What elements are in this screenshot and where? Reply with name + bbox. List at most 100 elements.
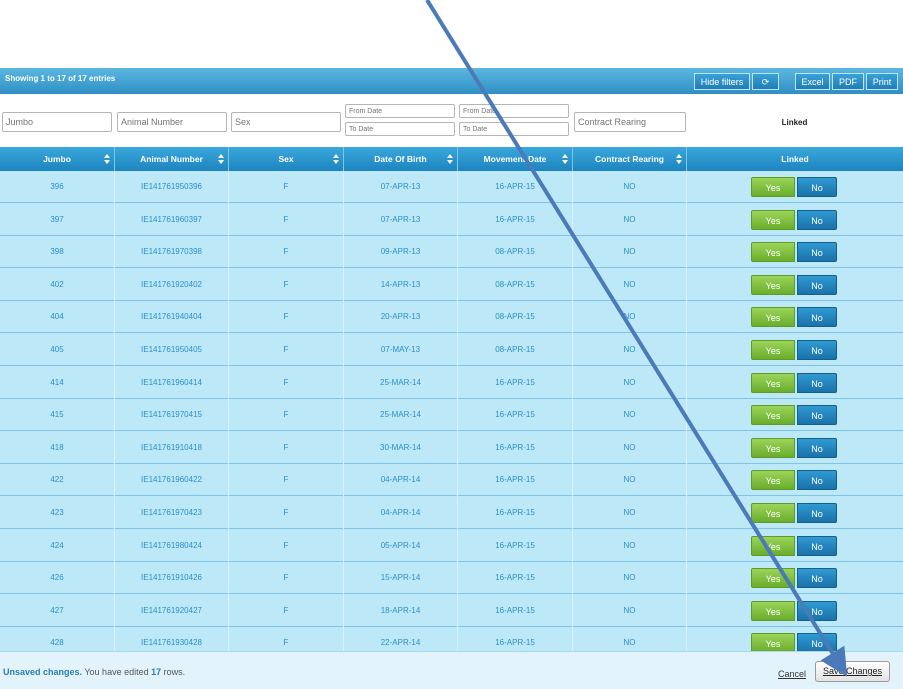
print-button[interactable]: Print xyxy=(866,73,898,90)
linked-yes-button[interactable]: Yes xyxy=(751,242,795,263)
linked-yes-button[interactable]: Yes xyxy=(751,437,795,458)
contract-rearing-cell: NO xyxy=(573,464,687,497)
linked-yes-button[interactable]: Yes xyxy=(751,372,795,393)
animal-number-cell: IE141761920402 xyxy=(115,268,229,301)
jumbo-cell: 396 xyxy=(0,171,115,203)
column-header-date-of-birth[interactable]: Date Of Birth xyxy=(344,147,458,171)
linked-yes-button[interactable]: Yes xyxy=(751,535,795,556)
contract-rearing-cell: NO xyxy=(573,171,687,203)
animal-number-cell: IE141761910426 xyxy=(115,562,229,595)
jumbo-cell: 418 xyxy=(0,431,115,464)
contract-rearing-cell: NO xyxy=(573,562,687,595)
linked-yes-button[interactable]: Yes xyxy=(751,177,795,197)
column-header-sex[interactable]: Sex xyxy=(229,147,344,171)
sex-cell: F xyxy=(229,497,344,529)
sex-filter-input[interactable] xyxy=(231,112,341,132)
animal-number-cell: IE141761960397 xyxy=(115,203,229,236)
dob-to-date-input[interactable] xyxy=(345,122,455,136)
linked-no-button[interactable]: No xyxy=(797,470,837,491)
linked-no-button[interactable]: No xyxy=(797,600,837,621)
contract-rearing-filter-input[interactable] xyxy=(574,112,686,132)
jumbo-cell: 398 xyxy=(0,236,115,269)
table-toolbar: Showing 1 to 17 of 17 entries Hide filte… xyxy=(0,68,903,95)
linked-no-button[interactable]: No xyxy=(797,209,837,230)
movement-to-date-input[interactable] xyxy=(459,122,569,136)
linked-no-button[interactable]: No xyxy=(797,274,837,295)
linked-no-button[interactable]: No xyxy=(797,242,837,263)
jumbo-cell: 415 xyxy=(0,399,115,432)
table-header: Jumbo Animal Number Sex Date Of Birth Mo… xyxy=(0,147,903,171)
linked-no-button[interactable]: No xyxy=(797,633,837,651)
date-of-birth-cell: 07-APR-13 xyxy=(344,171,458,203)
column-header-contract-rearing[interactable]: Contract Rearing xyxy=(573,147,687,171)
linked-yes-button[interactable]: Yes xyxy=(751,209,795,230)
date-of-birth-cell: 07-APR-13 xyxy=(344,203,458,236)
animal-number-cell: IE141761960414 xyxy=(115,366,229,399)
filter-row: Linked xyxy=(0,94,903,147)
column-header-jumbo[interactable]: Jumbo xyxy=(0,147,115,171)
linked-no-button[interactable]: No xyxy=(797,535,837,556)
jumbo-cell: 424 xyxy=(0,529,115,562)
edited-suffix: rows. xyxy=(161,667,186,677)
column-label: Contract Rearing xyxy=(595,154,664,164)
table-row: 397 IE141761960397 F 07-APR-13 16-APR-15 NO Ye… xyxy=(0,203,903,236)
movement-date-cell: 16-APR-15 xyxy=(458,529,573,562)
excel-button[interactable]: Excel xyxy=(795,73,830,90)
column-header-movement-date[interactable]: Movement Date xyxy=(458,147,573,171)
linked-yes-button[interactable]: Yes xyxy=(751,503,795,523)
linked-no-button[interactable]: No xyxy=(797,405,837,426)
linked-filter-label: Linked xyxy=(781,118,808,127)
linked-no-button[interactable]: No xyxy=(797,503,837,523)
linked-no-button[interactable]: No xyxy=(797,340,837,360)
animal-number-filter-input[interactable] xyxy=(117,112,227,132)
linked-no-button[interactable]: No xyxy=(797,372,837,393)
table-row: 427 IE141761920427 F 18-APR-14 16-APR-15 NO Ye… xyxy=(0,594,903,627)
linked-yes-button[interactable]: Yes xyxy=(751,633,795,651)
dob-from-date-input[interactable] xyxy=(345,104,455,118)
linked-yes-button[interactable]: Yes xyxy=(751,405,795,426)
movement-date-cell: 16-APR-15 xyxy=(458,594,573,627)
refresh-icon[interactable]: ⟳ xyxy=(752,73,779,90)
pdf-button[interactable]: PDF xyxy=(832,73,864,90)
contract-rearing-cell: NO xyxy=(573,529,687,562)
linked-no-button[interactable]: No xyxy=(797,568,837,589)
linked-yes-button[interactable]: Yes xyxy=(751,600,795,621)
table-row: 422 IE141761960422 F 04-APR-14 16-APR-15 NO Ye… xyxy=(0,464,903,497)
sex-cell: F xyxy=(229,562,344,595)
sex-cell: F xyxy=(229,236,344,269)
table-row: 398 IE141761970398 F 09-APR-13 08-APR-15 NO Ye… xyxy=(0,236,903,269)
linked-no-button[interactable]: No xyxy=(797,307,837,328)
jumbo-cell: 423 xyxy=(0,497,115,529)
column-label: Animal Number xyxy=(140,154,203,164)
contract-rearing-cell: NO xyxy=(573,594,687,627)
linked-yes-button[interactable]: Yes xyxy=(751,568,795,589)
linked-yes-button[interactable]: Yes xyxy=(751,470,795,491)
animal-number-cell: IE141761940404 xyxy=(115,301,229,334)
animal-number-cell: IE141761950405 xyxy=(115,334,229,366)
table-row: 423 IE141761970423 F 04-APR-14 16-APR-15 NO Ye… xyxy=(0,497,903,529)
sex-cell: F xyxy=(229,301,344,334)
linked-yes-button[interactable]: Yes xyxy=(751,274,795,295)
cancel-link[interactable]: Cancel xyxy=(778,669,806,679)
linked-no-button[interactable]: No xyxy=(797,177,837,197)
linked-no-button[interactable]: No xyxy=(797,437,837,458)
jumbo-cell: 426 xyxy=(0,562,115,595)
sort-icon xyxy=(562,154,568,164)
date-of-birth-cell: 14-APR-13 xyxy=(344,268,458,301)
date-of-birth-cell: 09-APR-13 xyxy=(344,236,458,269)
column-header-animal-number[interactable]: Animal Number xyxy=(115,147,229,171)
linked-yes-button[interactable]: Yes xyxy=(751,307,795,328)
contract-rearing-cell: NO xyxy=(573,366,687,399)
animal-number-cell: IE141761910418 xyxy=(115,431,229,464)
movement-from-date-input[interactable] xyxy=(459,104,569,118)
animal-number-cell: IE141761920427 xyxy=(115,594,229,627)
date-of-birth-cell: 07-MAY-13 xyxy=(344,334,458,366)
table-row: 418 IE141761910418 F 30-MAR-14 16-APR-15 NO Ye… xyxy=(0,431,903,464)
animal-number-cell: IE141761950396 xyxy=(115,171,229,203)
date-of-birth-cell: 04-APR-14 xyxy=(344,497,458,529)
jumbo-filter-input[interactable] xyxy=(2,112,112,132)
hide-filters-button[interactable]: Hide filters xyxy=(694,73,750,90)
linked-yes-button[interactable]: Yes xyxy=(751,340,795,360)
save-changes-button[interactable]: Save Changes xyxy=(815,661,890,682)
sex-cell: F xyxy=(229,171,344,203)
